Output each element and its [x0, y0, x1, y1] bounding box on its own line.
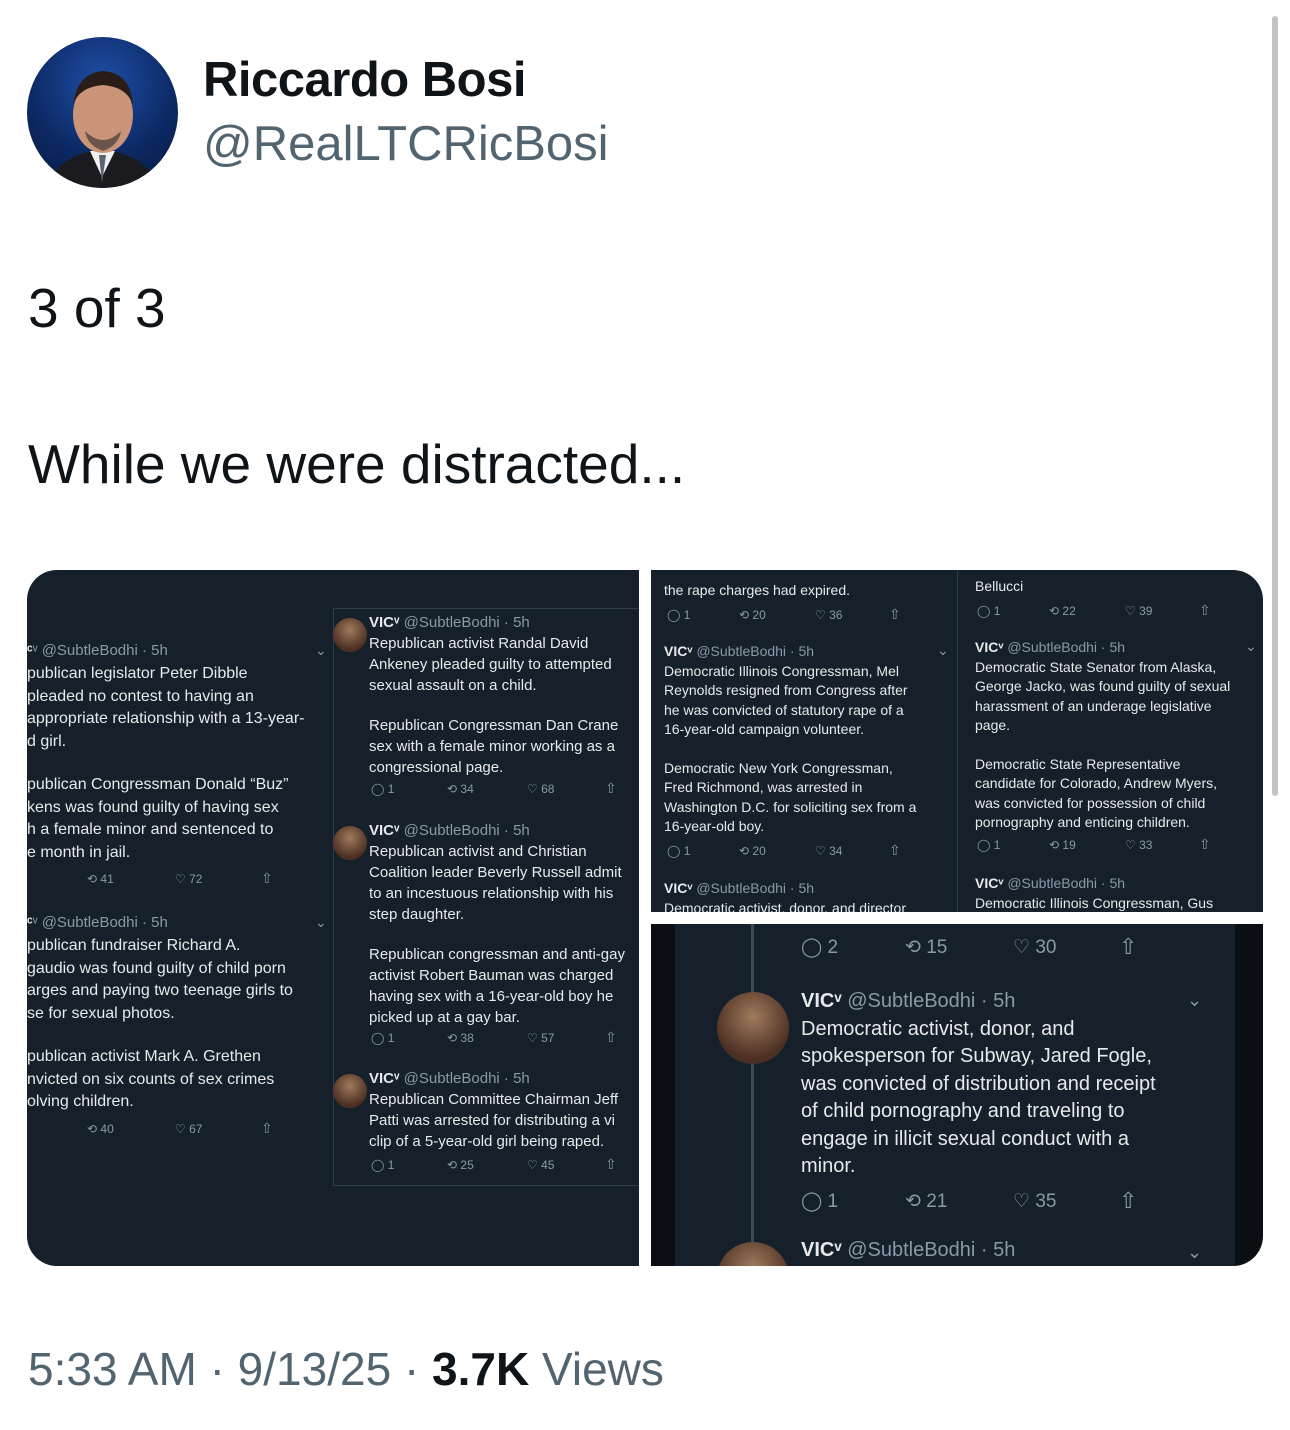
- share-icon: ⇧: [1119, 934, 1138, 959]
- views-count: 3.7K: [432, 1343, 530, 1395]
- reply-icon: ◯ 1: [371, 782, 395, 796]
- avatar: [333, 826, 367, 860]
- screenshot-tweet: VICᵛ @SubtleBodhi · 5h Democratic activi…: [801, 990, 1156, 1177]
- like-icon: ♡ 34: [815, 844, 843, 858]
- avatar: [333, 618, 367, 652]
- like-icon: ♡ 68: [527, 782, 555, 796]
- like-icon: ♡ 35: [1013, 1191, 1057, 1212]
- share-icon: ⇧: [261, 870, 273, 886]
- retweet-icon: ⟲ 15: [905, 937, 948, 958]
- avatar[interactable]: [27, 37, 178, 188]
- like-icon: ♡ 67: [175, 1122, 203, 1136]
- share-icon: ⇧: [605, 1029, 617, 1045]
- like-icon: ♡ 72: [175, 872, 203, 886]
- reply-icon: ◯ 1: [977, 838, 1001, 852]
- reply-icon: ◯ 2: [801, 937, 839, 958]
- media-image-2[interactable]: the rape charges had expired. ◯ 1 ⟲ 20 ♡…: [651, 570, 1263, 912]
- retweet-icon: ⟲ 25: [447, 1158, 474, 1172]
- share-icon: ⇧: [1199, 602, 1211, 618]
- tweet-date[interactable]: 9/13/25: [238, 1343, 391, 1395]
- screenshot-tweet: VICᵛ @SubtleBodhi · 5h Democratic Illino…: [975, 875, 1214, 911]
- share-icon: ⇧: [605, 1156, 617, 1172]
- reply-icon: ◯ 1: [977, 604, 1001, 618]
- screenshot-tweet: VICᵛ @SubtleBodhi · 5h Republican activi…: [369, 614, 619, 776]
- share-icon: ⇧: [605, 780, 617, 796]
- retweet-icon: ⟲ 38: [447, 1031, 474, 1045]
- screenshot-tweet: VICᵛ @SubtleBodhi · 5h Democratic Illino…: [664, 643, 917, 834]
- share-icon: ⇧: [261, 1120, 273, 1136]
- chevron-down-icon: ⌄: [1187, 990, 1203, 1010]
- retweet-icon: ⟲ 34: [447, 782, 474, 796]
- retweet-icon: ⟲ 22: [1049, 604, 1076, 618]
- reply-icon: ◯ 1: [667, 608, 691, 622]
- like-icon: ♡ 45: [527, 1158, 555, 1172]
- avatar: [717, 992, 789, 1064]
- share-icon: ⇧: [1199, 836, 1211, 852]
- like-icon: ♡ 36: [815, 608, 843, 622]
- like-icon: ♡ 39: [1125, 604, 1153, 618]
- retweet-icon: ⟲ 40: [87, 1122, 114, 1136]
- screenshot-tweet: VICᵛ @SubtleBodhi · 5h Republican Commit…: [369, 1070, 619, 1150]
- author-handle[interactable]: @RealLTCRicBosi: [203, 116, 609, 172]
- author-name[interactable]: Riccardo Bosi: [203, 52, 526, 108]
- views-label: Views: [542, 1343, 664, 1395]
- separator: ·: [403, 1343, 420, 1395]
- screenshot-tweet: ᶜᵛ @SubtleBodhi · 5h publican fundraiser…: [27, 914, 293, 1110]
- screenshot-tweet: the rape charges had expired.: [664, 582, 851, 598]
- tweet-text-line: While we were distracted...: [28, 433, 686, 495]
- share-icon: ⇧: [889, 842, 901, 858]
- retweet-icon: ⟲ 21: [905, 1191, 948, 1212]
- like-icon: ♡ 33: [1125, 838, 1153, 852]
- share-icon: ⇧: [889, 606, 901, 622]
- screenshot-tweet: ᶜᵛ @SubtleBodhi · 5h publican legislator…: [27, 642, 305, 861]
- media-grid[interactable]: ᶜᵛ @SubtleBodhi · 5h publican legislator…: [27, 570, 1263, 1266]
- screenshot-tweet: VICᵛ @SubtleBodhi · 5h Republican activi…: [369, 822, 625, 1026]
- scrollbar[interactable]: [1272, 16, 1278, 796]
- reply-icon: ◯ 1: [667, 844, 691, 858]
- chevron-down-icon: ⌄: [937, 642, 949, 658]
- chevron-down-icon: ⌄: [315, 914, 327, 930]
- screenshot-tweet: VICᵛ @SubtleBodhi · 5h Democratic State …: [975, 639, 1231, 830]
- reply-icon: ◯ 1: [371, 1031, 395, 1045]
- avatar-photo: [47, 71, 159, 188]
- screenshot-tweet: VICᵛ @SubtleBodhi · 5h Democratic activi…: [664, 880, 906, 912]
- tweet-text-line: 3 of 3: [28, 277, 166, 339]
- retweet-icon: ⟲ 19: [1049, 838, 1076, 852]
- tweet-meta: 5:33 AM · 9/13/25 · 3.7K Views: [28, 1342, 664, 1396]
- media-image-3[interactable]: ◯ 2 ⟲ 15 ♡ 30 ⇧ VICᵛ @SubtleBodhi · 5h D…: [651, 924, 1263, 1266]
- like-icon: ♡ 30: [1013, 937, 1057, 958]
- screenshot-tweet: VICᵛ @SubtleBodhi · 5h: [801, 1239, 1016, 1261]
- media-image-1[interactable]: ᶜᵛ @SubtleBodhi · 5h publican legislator…: [27, 570, 639, 1266]
- like-icon: ♡ 57: [527, 1031, 555, 1045]
- chevron-down-icon: ⌄: [1187, 1242, 1203, 1262]
- chevron-down-icon: ⌄: [1245, 638, 1257, 654]
- tweet-time[interactable]: 5:33 AM: [28, 1343, 197, 1395]
- share-icon: ⇧: [1119, 1188, 1138, 1213]
- avatar: [333, 1074, 367, 1108]
- retweet-icon: ⟲ 20: [739, 608, 766, 622]
- chevron-down-icon: ⌄: [315, 642, 327, 658]
- reply-icon: ◯ 1: [801, 1191, 839, 1212]
- screenshot-tweet: Bellucci: [975, 578, 1024, 594]
- retweet-icon: ⟲ 20: [739, 844, 766, 858]
- retweet-icon: ⟲ 41: [87, 872, 114, 886]
- reply-icon: ◯ 1: [371, 1158, 395, 1172]
- separator: ·: [209, 1343, 225, 1395]
